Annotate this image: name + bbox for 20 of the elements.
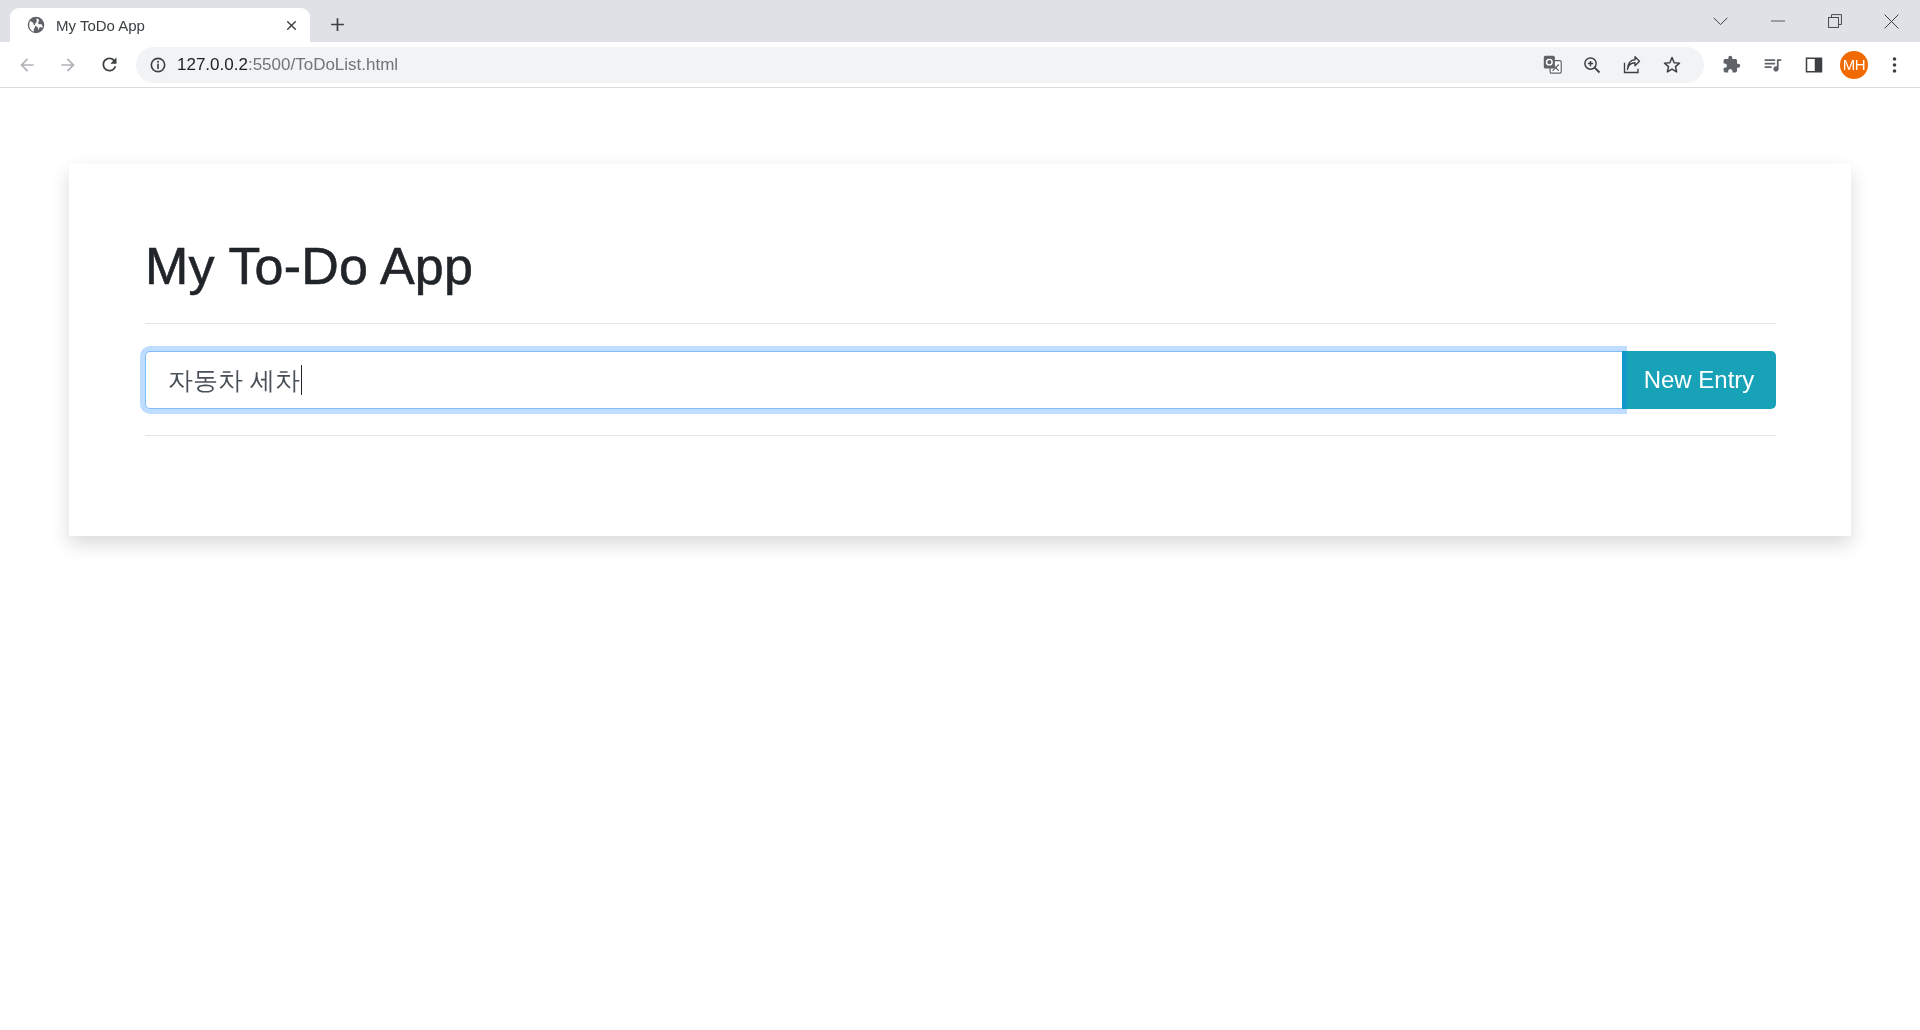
translate-icon[interactable] xyxy=(1542,55,1562,74)
plus-icon[interactable] xyxy=(328,15,346,33)
side-panel-icon[interactable] xyxy=(1804,55,1823,74)
entry-input[interactable]: 자동차 세차 xyxy=(145,351,1622,409)
text-caret-icon xyxy=(300,365,302,395)
close-icon[interactable] xyxy=(285,18,298,32)
share-icon[interactable] xyxy=(1623,55,1641,74)
zoom-in-icon[interactable] xyxy=(1583,55,1601,74)
browser-tab[interactable]: My ToDo App xyxy=(10,8,310,42)
info-icon[interactable] xyxy=(150,56,166,73)
star-icon[interactable] xyxy=(1663,55,1681,74)
more-icon[interactable] xyxy=(1892,55,1897,74)
globe-icon xyxy=(27,16,45,34)
chevron-down-icon[interactable] xyxy=(1713,16,1728,26)
restore-icon[interactable] xyxy=(1827,14,1842,28)
address-bar[interactable]: 127.0.0.2:5500/ToDoList.html xyxy=(136,46,1704,83)
url-text[interactable]: 127.0.0.2:5500/ToDoList.html xyxy=(177,54,1532,75)
app-title: My To-Do App xyxy=(145,236,474,297)
puzzle-icon[interactable] xyxy=(1722,55,1741,74)
close-icon[interactable] xyxy=(1884,13,1899,29)
